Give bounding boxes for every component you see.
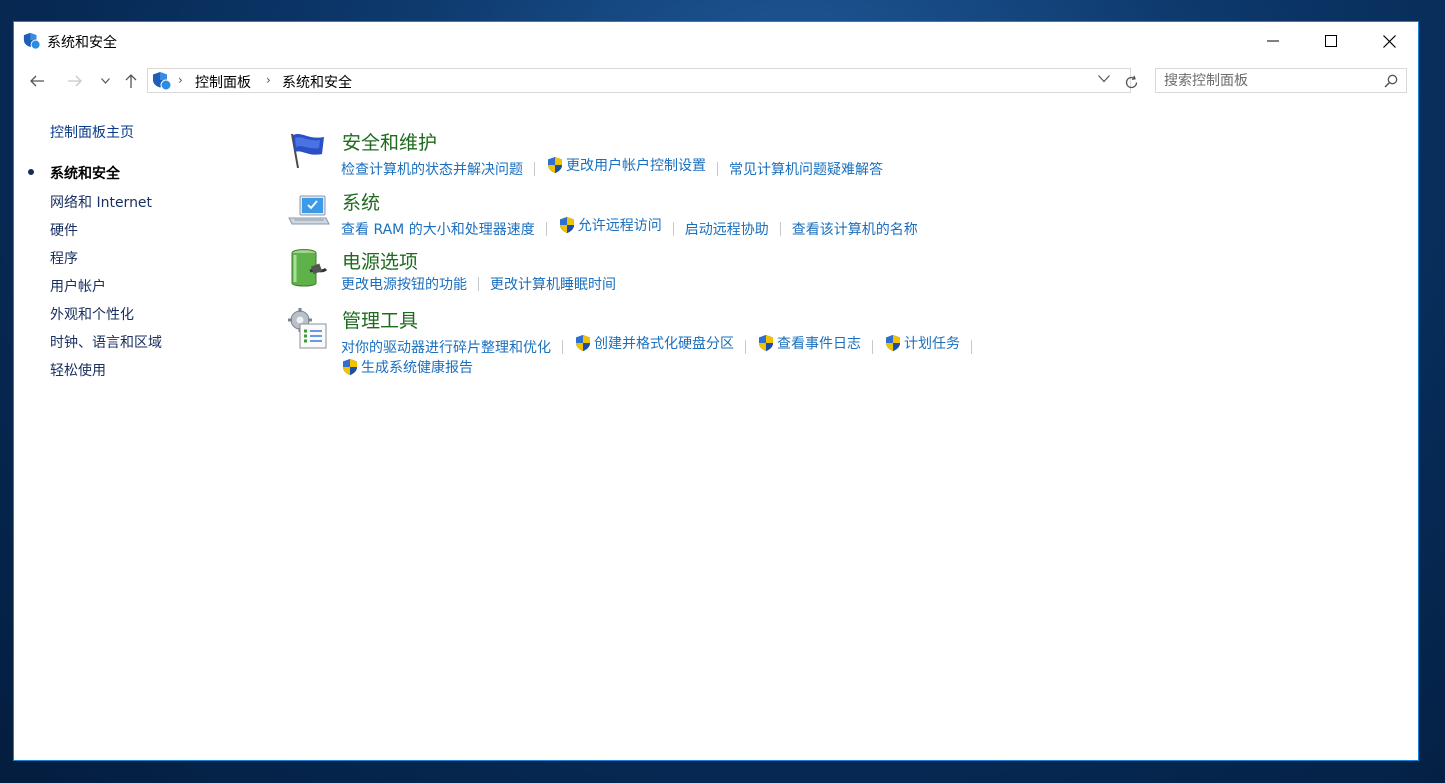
search-icon[interactable] (1384, 74, 1398, 88)
uac-shield-icon (341, 358, 359, 376)
link-sleep-time[interactable]: 更改计算机睡眠时间 (490, 274, 616, 294)
arrow-up-icon (125, 74, 137, 88)
link-label: 对你的驱动器进行碎片整理和优化 (341, 340, 551, 356)
link-label: 允许远程访问 (577, 218, 662, 234)
sidebar-item-programs[interactable]: 程序 (50, 248, 78, 268)
link-label: 计划任务 (904, 336, 960, 352)
search-box[interactable] (1155, 68, 1407, 93)
link-power-buttons[interactable]: 更改电源按钮的功能 (341, 274, 467, 294)
link-label: 常见计算机问题疑难解答 (729, 162, 883, 178)
section-links: 对你的驱动器进行碎片整理和优化 创建并格式化硬盘分区 查看事件日志 计划任务 (341, 333, 983, 357)
sidebar-item-appearance[interactable]: 外观和个性化 (50, 304, 134, 324)
address-bar[interactable]: › 控制面板 › 系统和安全 (147, 68, 1131, 93)
link-divider (672, 222, 674, 236)
section-title-admin-tools[interactable]: 管理工具 (342, 306, 418, 333)
link-defragment[interactable]: 对你的驱动器进行碎片整理和优化 (341, 337, 551, 357)
link-label: 更改计算机睡眠时间 (490, 277, 616, 293)
link-event-logs[interactable]: 查看事件日志 (757, 333, 861, 353)
link-divider (545, 222, 547, 236)
link-disk-partitions[interactable]: 创建并格式化硬盘分区 (574, 333, 734, 353)
chevron-down-icon (100, 78, 110, 84)
control-panel-icon (152, 71, 172, 91)
link-divider (562, 340, 563, 354)
uac-shield-icon (546, 156, 564, 174)
up-button[interactable] (120, 68, 142, 94)
maximize-button[interactable] (1302, 22, 1360, 60)
uac-shield-icon (574, 334, 592, 352)
section-links: 查看 RAM 的大小和处理器速度 允许远程访问 启动远程协助 查看该计算机的名称 (341, 215, 918, 239)
sidebar-item-system-security[interactable]: 系统和安全 (50, 163, 120, 183)
section-title-power-options[interactable]: 电源选项 (342, 247, 418, 274)
computer-icon (288, 195, 330, 225)
section-links: 检查计算机的状态并解决问题 更改用户帐户控制设置 常见计算机问题疑难解答 (341, 155, 883, 179)
link-uac-settings[interactable]: 更改用户帐户控制设置 (546, 155, 706, 175)
breadcrumb-separator-icon[interactable]: › (266, 73, 271, 87)
control-panel-icon (23, 32, 41, 50)
maximize-icon (1325, 35, 1337, 47)
sidebar-home-link[interactable]: 控制面板主页 (50, 122, 134, 142)
minimize-button[interactable] (1244, 22, 1302, 60)
link-label: 更改用户帐户控制设置 (566, 158, 706, 174)
breadcrumb-control-panel[interactable]: 控制面板 (195, 72, 251, 92)
link-remote-assistance[interactable]: 启动远程协助 (685, 219, 769, 239)
breadcrumb-separator-icon: › (178, 73, 183, 87)
section-links: 更改电源按钮的功能 更改计算机睡眠时间 (341, 274, 616, 294)
link-divider (745, 340, 746, 354)
link-health-report[interactable]: 生成系统健康报告 (341, 357, 473, 377)
window-title: 系统和安全 (47, 35, 117, 51)
link-label: 查看该计算机的名称 (791, 222, 918, 238)
sidebar-item-ease-of-access[interactable]: 轻松使用 (50, 360, 106, 380)
close-icon (1382, 34, 1396, 48)
forward-button[interactable] (62, 68, 88, 94)
recent-locations-button[interactable] (96, 68, 114, 94)
link-label: 更改电源按钮的功能 (341, 277, 467, 293)
refresh-button[interactable] (1119, 70, 1143, 94)
flag-icon (291, 133, 324, 169)
link-divider (779, 222, 781, 236)
link-divider (478, 277, 479, 291)
link-label: 生成系统健康报告 (361, 360, 473, 376)
navigation-bar: › 控制面板 › 系统和安全 (14, 66, 1418, 96)
arrow-left-icon (30, 75, 44, 87)
link-divider (534, 162, 535, 176)
control-panel-window: 系统和安全 › 控制面板 › 系统和安全 搜索控制面板 控制面板主页 系统和安全… (13, 21, 1419, 761)
search-input[interactable] (1164, 71, 1374, 90)
sidebar-item-hardware[interactable]: 硬件 (50, 220, 78, 240)
link-view-ram[interactable]: 查看 RAM 的大小和处理器速度 (341, 219, 535, 239)
link-troubleshooting[interactable]: 常见计算机问题疑难解答 (729, 159, 883, 179)
active-bullet-icon (28, 169, 34, 175)
section-links-row2: 生成系统健康报告 (341, 357, 473, 380)
breadcrumb-system-security[interactable]: 系统和安全 (282, 72, 352, 92)
back-button[interactable] (24, 68, 50, 94)
section-title-system[interactable]: 系统 (342, 188, 380, 215)
arrow-right-icon (68, 75, 82, 87)
uac-shield-icon (558, 216, 576, 234)
link-schedule-tasks[interactable]: 计划任务 (884, 333, 960, 353)
link-check-status[interactable]: 检查计算机的状态并解决问题 (341, 159, 523, 179)
link-label: 检查计算机的状态并解决问题 (341, 162, 523, 178)
section-title-security-maintenance[interactable]: 安全和维护 (342, 128, 437, 155)
link-computer-name[interactable]: 查看该计算机的名称 (792, 219, 918, 239)
link-label: 创建并格式化硬盘分区 (594, 336, 734, 352)
link-label: 启动远程协助 (684, 222, 769, 238)
link-divider (872, 340, 873, 354)
link-divider (717, 162, 718, 176)
link-divider (971, 340, 972, 354)
admin-tools-icon (288, 308, 327, 349)
sidebar-item-network[interactable]: 网络和 Internet (50, 192, 152, 212)
link-remote-access[interactable]: 允许远程访问 (558, 215, 662, 235)
uac-shield-icon (757, 334, 775, 352)
close-button[interactable] (1360, 22, 1418, 60)
minimize-icon (1267, 40, 1279, 42)
link-label: 查看 RAM 的大小和处理器速度 (341, 222, 535, 238)
title-bar[interactable]: 系统和安全 (14, 22, 1418, 60)
sidebar-item-user-accounts[interactable]: 用户帐户 (50, 276, 106, 296)
chevron-down-icon[interactable] (1098, 75, 1110, 83)
sidebar-item-clock-region[interactable]: 时钟、语言和区域 (50, 332, 162, 352)
battery-icon (291, 249, 328, 287)
refresh-icon (1125, 75, 1137, 88)
link-label: 查看事件日志 (777, 336, 861, 352)
uac-shield-icon (884, 334, 902, 352)
